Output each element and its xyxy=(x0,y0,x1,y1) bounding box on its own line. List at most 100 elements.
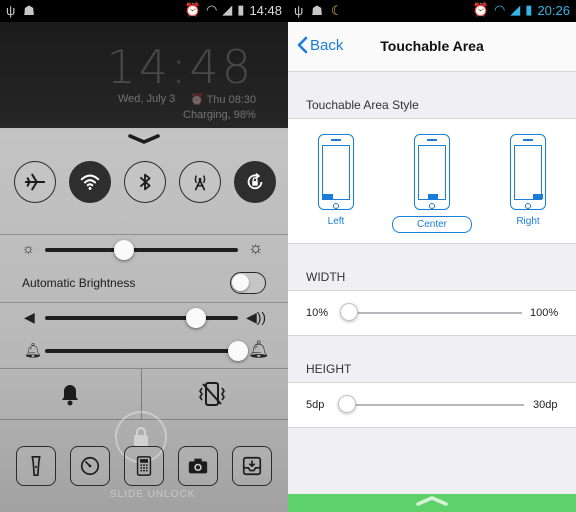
touchable-area-settings-screen: ψ ☗ ☾ ⏰ ◠ ◢ ▮ 20:26 Back Touchable Area … xyxy=(288,0,576,512)
height-slider-knob[interactable] xyxy=(338,395,356,413)
phone-speaker xyxy=(523,139,533,141)
timer-icon xyxy=(80,456,100,476)
phone-home-button xyxy=(525,203,531,209)
volume-slider[interactable] xyxy=(45,316,238,320)
divider xyxy=(0,234,288,235)
android-icon: ☗ xyxy=(311,3,323,18)
touch-area-indicator xyxy=(428,194,438,199)
volume-high-icon: ◀)) xyxy=(246,309,267,325)
auto-brightness-switch[interactable] xyxy=(230,272,266,294)
width-min-label: 10% xyxy=(306,307,329,319)
lock-date: Wed, July 3 xyxy=(118,93,176,105)
mobile-data-toggle[interactable] xyxy=(179,161,221,203)
camera-icon xyxy=(188,458,208,474)
volume-low-icon: ◀ xyxy=(24,309,35,325)
height-slider[interactable] xyxy=(338,404,524,406)
chevron-up-icon xyxy=(416,496,448,506)
lock-clock: 14:48 xyxy=(106,40,254,94)
ring-mode-button[interactable] xyxy=(0,369,140,419)
wifi-signal-icon: ◠ xyxy=(205,2,218,17)
wifi-toggle[interactable] xyxy=(69,161,111,203)
slide-unlock-label: SLIDE UNLOCK xyxy=(110,489,196,500)
calculator-button[interactable] xyxy=(124,446,164,486)
android-icon: ☗ xyxy=(23,3,35,18)
phone-home-button xyxy=(333,203,339,209)
brightness-low-icon: ☼ xyxy=(22,240,35,256)
phone-screen xyxy=(514,145,542,200)
bell-icon xyxy=(62,385,78,406)
status-bar: ψ ☗ ☾ ⏰ ◠ ◢ ▮ 20:26 xyxy=(288,0,576,22)
rotation-lock-icon xyxy=(247,173,263,190)
style-section-label: Touchable Area Style xyxy=(306,98,419,112)
alarm-icon: ⏰ xyxy=(472,2,489,17)
cell-signal-icon: ◢ xyxy=(510,2,521,17)
chevron-down-icon[interactable] xyxy=(128,134,160,144)
status-bar: ψ ☗ ⏰ ◠ ◢ ▮ 14:48 xyxy=(0,0,288,22)
phone-home-button xyxy=(429,203,435,209)
style-label-right[interactable]: Right xyxy=(510,216,546,227)
wifi-signal-icon: ◠ xyxy=(493,2,506,17)
width-slider-knob[interactable] xyxy=(340,303,358,321)
airplane-toggle[interactable] xyxy=(14,161,56,203)
control-center-screen: ψ ☗ ⏰ ◠ ◢ ▮ 14:48 14:48 Wed, July 3 ⏰ Th… xyxy=(0,0,288,512)
battery-icon: ▮ xyxy=(237,2,245,17)
height-min-label: 5dp xyxy=(306,399,325,411)
switch-knob[interactable] xyxy=(232,274,249,291)
wifi-icon xyxy=(80,174,100,190)
touch-area-indicator xyxy=(533,194,543,199)
width-max-label: 100% xyxy=(530,307,559,319)
style-label-left[interactable]: Left xyxy=(318,216,354,227)
lock-alarm: ⏰ Thu 08:30 xyxy=(190,93,256,106)
brightness-slider-knob[interactable] xyxy=(114,240,135,260)
alarm-icon: ⏰ xyxy=(184,2,201,17)
alarm-clock-icon: ⏰ xyxy=(190,94,207,106)
height-max-label: 30dp xyxy=(533,399,558,411)
divider xyxy=(0,302,288,303)
style-option-left[interactable] xyxy=(318,134,354,210)
ringer-slider[interactable] xyxy=(45,349,238,353)
touch-area-indicator xyxy=(323,194,333,199)
style-option-right[interactable] xyxy=(510,134,546,210)
ringer-slider-knob[interactable] xyxy=(228,341,248,361)
usb-icon: ψ xyxy=(294,3,304,18)
vibrate-mode-button[interactable] xyxy=(142,369,282,419)
status-time: 14:48 xyxy=(249,2,282,18)
airplane-icon xyxy=(24,173,46,191)
phone-screen xyxy=(322,145,350,200)
timer-button[interactable] xyxy=(70,446,110,486)
antenna-icon xyxy=(194,175,206,191)
bluetooth-toggle[interactable] xyxy=(124,161,166,203)
bluetooth-icon xyxy=(139,173,151,191)
phone-speaker xyxy=(427,139,437,141)
bottom-handle-bar[interactable] xyxy=(288,494,576,512)
page-title: Touchable Area xyxy=(380,38,484,54)
status-time: 20:26 xyxy=(537,2,570,18)
camera-button[interactable] xyxy=(178,446,218,486)
vibrate-off-icon xyxy=(199,382,225,406)
brightness-slider[interactable] xyxy=(45,248,238,252)
brightness-high-icon: ☼ xyxy=(248,238,264,257)
lock-alarm-text: Thu 08:30 xyxy=(206,94,257,106)
style-option-center[interactable] xyxy=(414,134,450,210)
height-section-label: HEIGHT xyxy=(306,362,352,376)
volume-slider-knob[interactable] xyxy=(185,308,206,328)
width-section-label: WIDTH xyxy=(306,270,346,284)
navigation-bar: Back Touchable Area xyxy=(288,22,576,72)
flashlight-icon xyxy=(31,456,41,476)
moon-icon: ☾ xyxy=(330,3,343,18)
inbox-button[interactable] xyxy=(232,446,272,486)
rotation-lock-toggle[interactable] xyxy=(234,161,276,203)
ringer-high-icon: 🔔︎ xyxy=(248,340,270,359)
toggle-row xyxy=(14,161,276,203)
calculator-icon xyxy=(136,456,152,476)
flashlight-button[interactable] xyxy=(16,446,56,486)
usb-icon: ψ xyxy=(6,3,16,18)
width-slider[interactable] xyxy=(340,312,522,314)
auto-brightness-label: Automatic Brightness xyxy=(22,276,136,290)
app-shortcut-row xyxy=(16,446,272,486)
style-label-center[interactable]: Center xyxy=(392,216,472,233)
ringer-low-icon: 🔔︎ xyxy=(24,342,42,358)
phone-screen xyxy=(418,145,446,200)
control-center-panel: ☼ ☼ Automatic Brightness ◀ ◀)) 🔔︎ 🔔︎ SLI… xyxy=(0,128,288,512)
inbox-icon xyxy=(242,456,262,476)
